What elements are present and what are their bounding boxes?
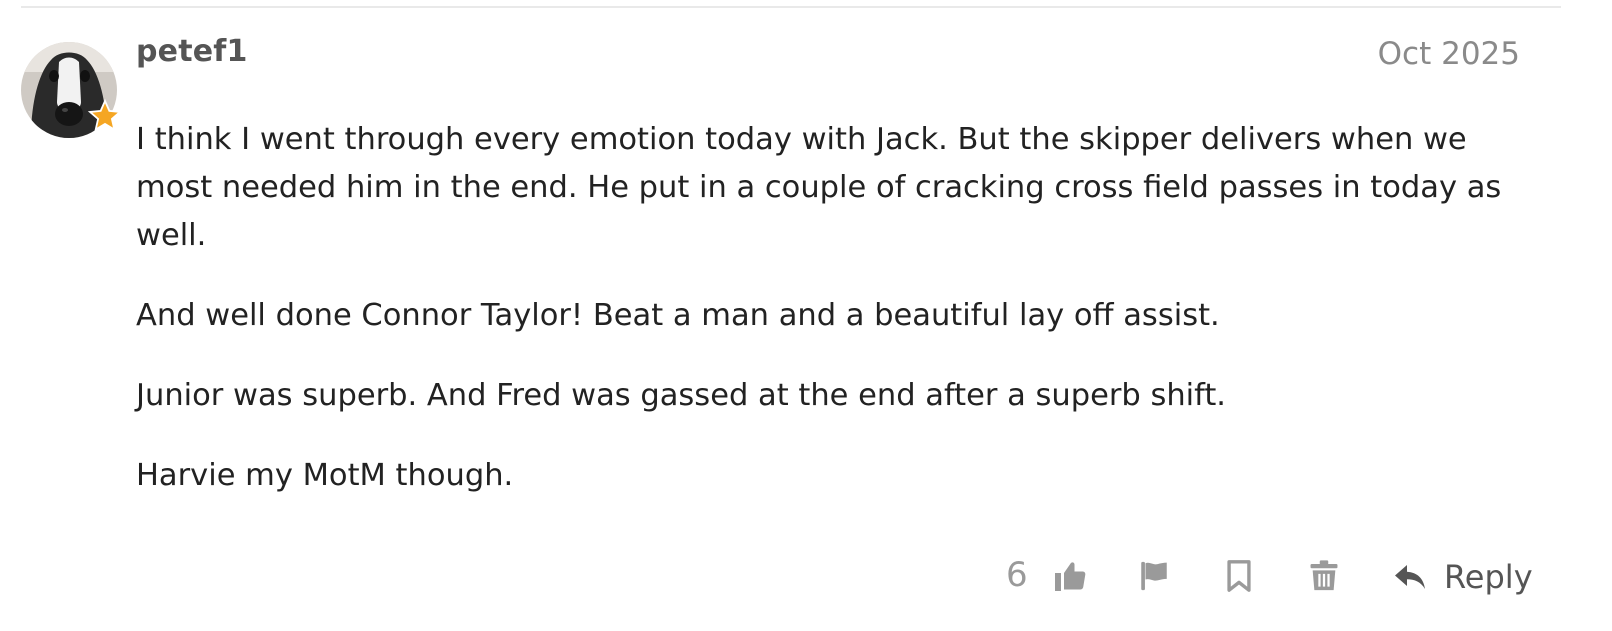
trash-icon <box>1310 560 1338 591</box>
post-actions: 6 Reply <box>0 548 1612 608</box>
flag-button[interactable] <box>1134 556 1174 596</box>
post-body: I think I went through every emotion tod… <box>136 116 1536 532</box>
delete-button[interactable] <box>1304 556 1344 596</box>
thumbs-up-icon <box>1055 562 1086 591</box>
post-divider <box>21 6 1561 8</box>
flag-icon <box>1141 561 1167 591</box>
post-paragraph: Junior was superb. And Fred was gassed a… <box>136 378 1226 413</box>
post-date[interactable]: Oct 2025 <box>1378 36 1520 72</box>
user-avatar[interactable] <box>21 42 123 138</box>
post-paragraph: And well done Connor Taylor! Beat a man … <box>136 298 1220 333</box>
like-count[interactable]: 6 <box>1006 555 1028 595</box>
reply-label: Reply <box>1444 558 1533 596</box>
reply-arrow-icon <box>1395 565 1425 589</box>
post-paragraph: Harvie my MotM though. <box>136 458 514 493</box>
like-button[interactable] <box>1050 556 1090 596</box>
bookmark-icon <box>1227 560 1251 592</box>
reply-button[interactable]: Reply <box>1392 552 1533 602</box>
bookmark-button[interactable] <box>1219 556 1259 596</box>
post-username[interactable]: petef1 <box>136 34 248 69</box>
star-icon <box>87 98 123 132</box>
post-paragraph: I think I went through every emotion tod… <box>136 122 1502 253</box>
